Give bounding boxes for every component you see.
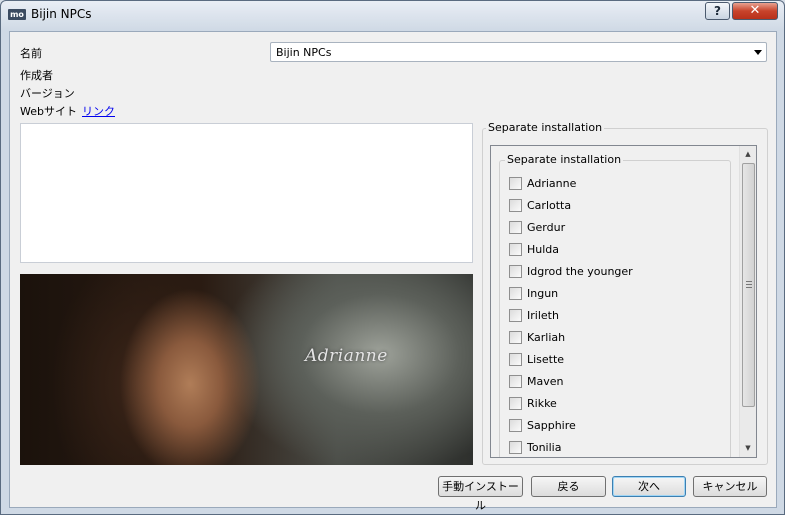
scrollbar-thumb[interactable] <box>742 163 755 407</box>
scroll-up-icon[interactable]: ▲ <box>740 146 756 163</box>
next-button[interactable]: 次へ <box>612 476 686 497</box>
option-item[interactable]: Idgrod the younger <box>509 264 719 280</box>
name-combobox-value: Bijin NPCs <box>276 46 332 59</box>
option-item[interactable]: Ingun <box>509 286 719 302</box>
version-label: バージョン <box>20 87 75 100</box>
checkbox[interactable] <box>509 287 522 300</box>
checkbox[interactable] <box>509 375 522 388</box>
title-bar[interactable]: mo Bijin NPCs ? ✕ <box>1 1 784 29</box>
option-label: Idgrod the younger <box>527 265 633 278</box>
website-link[interactable]: リンク <box>82 103 115 119</box>
option-label: Karliah <box>527 331 566 344</box>
website-label: Webサイト <box>20 105 77 118</box>
inner-group-title: Separate installation <box>505 153 624 166</box>
option-item[interactable]: Irileth <box>509 308 719 324</box>
checkbox[interactable] <box>509 221 522 234</box>
close-button[interactable]: ✕ <box>732 2 778 20</box>
scroll-down-icon[interactable]: ▼ <box>740 440 756 457</box>
checkbox[interactable] <box>509 265 522 278</box>
description-box[interactable] <box>20 123 473 263</box>
back-button[interactable]: 戻る <box>531 476 606 497</box>
name-label: 名前 <box>20 47 42 60</box>
option-item[interactable]: Karliah <box>509 330 719 346</box>
option-item[interactable]: Maven <box>509 374 719 390</box>
option-item[interactable]: Sapphire <box>509 418 719 434</box>
checkbox[interactable] <box>509 353 522 366</box>
option-label: Maven <box>527 375 564 388</box>
checkbox[interactable] <box>509 419 522 432</box>
cancel-button[interactable]: キャンセル <box>693 476 767 497</box>
option-label: Adrianne <box>527 177 577 190</box>
preview-image: Adrianne <box>20 274 473 465</box>
app-icon: mo <box>8 9 26 20</box>
option-item[interactable]: Rikke <box>509 396 719 412</box>
option-item[interactable]: Hulda <box>509 242 719 258</box>
preview-caption: Adrianne <box>305 346 388 366</box>
option-label: Hulda <box>527 243 560 256</box>
checkbox[interactable] <box>509 177 522 190</box>
option-label: Carlotta <box>527 199 572 212</box>
checkbox[interactable] <box>509 199 522 212</box>
option-item[interactable]: Carlotta <box>509 198 719 214</box>
option-item[interactable]: Tonilia <box>509 440 719 456</box>
name-combobox[interactable]: Bijin NPCs <box>270 42 767 62</box>
options-group-title: Separate installation <box>486 121 605 134</box>
option-label: Rikke <box>527 397 557 410</box>
grip-icon <box>746 281 752 288</box>
chevron-down-icon[interactable] <box>754 50 762 55</box>
checkbox[interactable] <box>509 397 522 410</box>
option-label: Irileth <box>527 309 559 322</box>
installer-window: mo Bijin NPCs ? ✕ 名前 作成者 バージョン Webサイト リン… <box>0 0 785 515</box>
option-item[interactable]: Adrianne <box>509 176 719 192</box>
option-item[interactable]: Lisette <box>509 352 719 368</box>
window-title: Bijin NPCs <box>31 7 92 21</box>
help-button[interactable]: ? <box>705 2 730 20</box>
option-label: Ingun <box>527 287 559 300</box>
checkbox[interactable] <box>509 243 522 256</box>
option-label: Lisette <box>527 353 565 366</box>
checkbox[interactable] <box>509 309 522 322</box>
checkbox[interactable] <box>509 331 522 344</box>
option-label: Sapphire <box>527 419 576 432</box>
options-scroll-area[interactable]: Separate installation Adrianne Carlotta … <box>490 145 757 458</box>
checkbox[interactable] <box>509 441 522 454</box>
author-label: 作成者 <box>20 69 53 82</box>
dialog-body: 名前 作成者 バージョン Webサイト リンク Bijin NPCs Adria… <box>9 31 777 512</box>
option-label: Tonilia <box>527 441 562 454</box>
manual-install-button[interactable]: 手動インストール <box>438 476 523 512</box>
option-item[interactable]: Gerdur <box>509 220 719 236</box>
option-label: Gerdur <box>527 221 566 234</box>
vertical-scrollbar[interactable]: ▲ ▼ <box>739 146 756 457</box>
